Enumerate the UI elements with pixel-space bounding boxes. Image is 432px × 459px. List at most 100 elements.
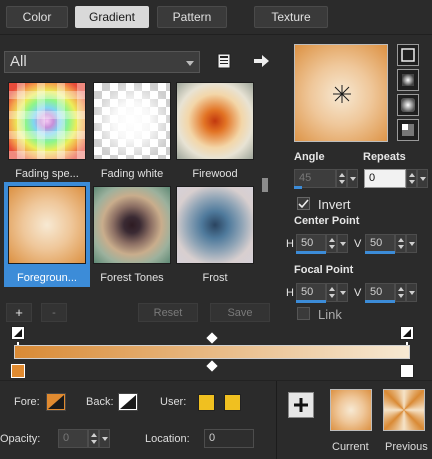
gradient-thumb-firewood[interactable] (176, 82, 254, 160)
center-v-slider-bar[interactable] (365, 251, 395, 254)
gradient-label: Frost (202, 272, 228, 284)
gradient-thumb-foreground[interactable] (8, 186, 86, 264)
linear-style-icon[interactable] (397, 44, 419, 66)
repeats-input[interactable]: 0 (364, 169, 406, 188)
gradient-thumb-fading-white[interactable] (93, 82, 171, 160)
center-h-dropdown[interactable] (337, 234, 348, 253)
tab-color[interactable]: Color (6, 6, 68, 28)
repeats-spinner[interactable] (406, 169, 417, 188)
focal-point-label: Focal Point (294, 264, 354, 276)
focal-v-dropdown[interactable] (406, 283, 417, 302)
end-color-stop[interactable] (400, 364, 414, 378)
opacity-dropdown[interactable] (99, 429, 110, 448)
focal-h-spinner[interactable] (326, 283, 337, 302)
chevron-down-icon (102, 437, 108, 441)
gradient-label: Forest Tones (100, 272, 164, 284)
library-dropdown[interactable]: All (4, 51, 200, 73)
focal-v-spinner[interactable] (395, 283, 406, 302)
fore-swatch[interactable] (46, 393, 66, 411)
angle-slider-bar[interactable] (294, 186, 302, 189)
gradient-scrollbar[interactable] (260, 82, 270, 290)
opacity-input[interactable]: 0 (58, 429, 88, 448)
current-label: Current (332, 441, 369, 453)
background-marker-icon[interactable] (400, 326, 414, 340)
repeats-dropdown[interactable] (417, 169, 428, 188)
tab-texture[interactable]: Texture (254, 6, 328, 28)
save-button[interactable]: Save (210, 303, 270, 322)
center-point-icon (333, 85, 351, 103)
center-point-label: Center Point (294, 215, 360, 227)
current-gradient-swatch[interactable] (330, 389, 372, 431)
location-input[interactable]: 0 (204, 429, 254, 448)
center-h-slider-bar[interactable] (296, 251, 326, 254)
repeats-label: Repeats (363, 151, 406, 163)
sunburst-style-icon[interactable] (397, 119, 419, 141)
invert-checkbox[interactable] (297, 197, 310, 210)
tab-gradient[interactable]: Gradient (75, 6, 149, 28)
chevron-down-icon (340, 242, 346, 246)
scrollbar-thumb[interactable] (262, 178, 268, 192)
gradient-preview[interactable] (294, 44, 388, 142)
vertical-divider (276, 381, 277, 459)
start-color-stop[interactable] (11, 364, 25, 378)
grid-overlay (9, 83, 85, 159)
invert-label: Invert (318, 197, 351, 212)
remove-gradient-button[interactable]: - (41, 303, 67, 322)
angle-spinner[interactable] (336, 169, 347, 188)
center-h-label: H (286, 238, 294, 250)
user-color-picker[interactable] (224, 394, 241, 411)
chevron-down-icon (409, 242, 415, 246)
gradient-label: Fading spe... (15, 168, 79, 180)
angle-label: Angle (294, 151, 325, 163)
focal-h-dropdown[interactable] (337, 283, 348, 302)
back-swatch[interactable] (118, 393, 138, 411)
focal-v-slider-bar[interactable] (365, 300, 395, 303)
tab-divider (0, 34, 432, 35)
previous-label: Previous (385, 441, 428, 453)
chevron-down-icon (420, 177, 426, 181)
plus-icon (294, 398, 308, 412)
add-gradient-button[interactable]: + (6, 303, 32, 322)
chevron-down-icon (340, 291, 346, 295)
library-selected-label: All (10, 53, 27, 70)
fore-label: Fore: (14, 396, 40, 408)
focal-h-label: H (286, 287, 294, 299)
opacity-spinner[interactable] (88, 429, 99, 448)
user-label: User: (160, 396, 187, 408)
add-stop-button[interactable] (288, 392, 314, 418)
reset-button[interactable]: Reset (138, 303, 198, 322)
tab-pattern[interactable]: Pattern (157, 6, 227, 28)
location-label: Location: (145, 433, 190, 445)
back-label: Back: (86, 396, 114, 408)
check-icon (298, 199, 309, 209)
bottom-divider (0, 380, 432, 381)
gradient-grid: Fading spe... Fading white Firewood Fore… (4, 80, 260, 290)
gradient-label: Fading white (100, 168, 164, 180)
link-label: Link (318, 307, 342, 322)
center-v-spinner[interactable] (395, 234, 406, 253)
previous-gradient-swatch[interactable] (383, 389, 425, 431)
center-h-spinner[interactable] (326, 234, 337, 253)
gradient-thumb-frost[interactable] (176, 186, 254, 264)
midpoint-marker-bottom[interactable] (206, 360, 218, 372)
focal-h-slider-bar[interactable] (296, 300, 326, 303)
gradient-thumb-forest-tones[interactable] (93, 186, 171, 264)
gradient-label: Firewood (192, 168, 238, 180)
link-checkbox[interactable] (297, 307, 310, 320)
book-icon[interactable] (214, 51, 234, 71)
radial-style-icon[interactable] (397, 94, 419, 116)
midpoint-marker-top[interactable] (206, 332, 218, 344)
chevron-down-icon (409, 291, 415, 295)
chevron-down-icon (186, 61, 194, 66)
chevron-down-icon (350, 177, 356, 181)
arrow-right-icon[interactable] (251, 51, 271, 71)
foreground-marker-icon[interactable] (11, 326, 25, 340)
center-v-dropdown[interactable] (406, 234, 417, 253)
opacity-label: Opacity: (0, 433, 41, 445)
gradient-thumb-fading-spectrum[interactable] (8, 82, 86, 160)
rectangular-style-icon[interactable] (397, 69, 419, 91)
user-color-swatch[interactable] (198, 394, 215, 411)
gradient-bar[interactable] (14, 345, 410, 359)
angle-dropdown[interactable] (347, 169, 358, 188)
gradient-label: Foregroun... (17, 272, 77, 284)
